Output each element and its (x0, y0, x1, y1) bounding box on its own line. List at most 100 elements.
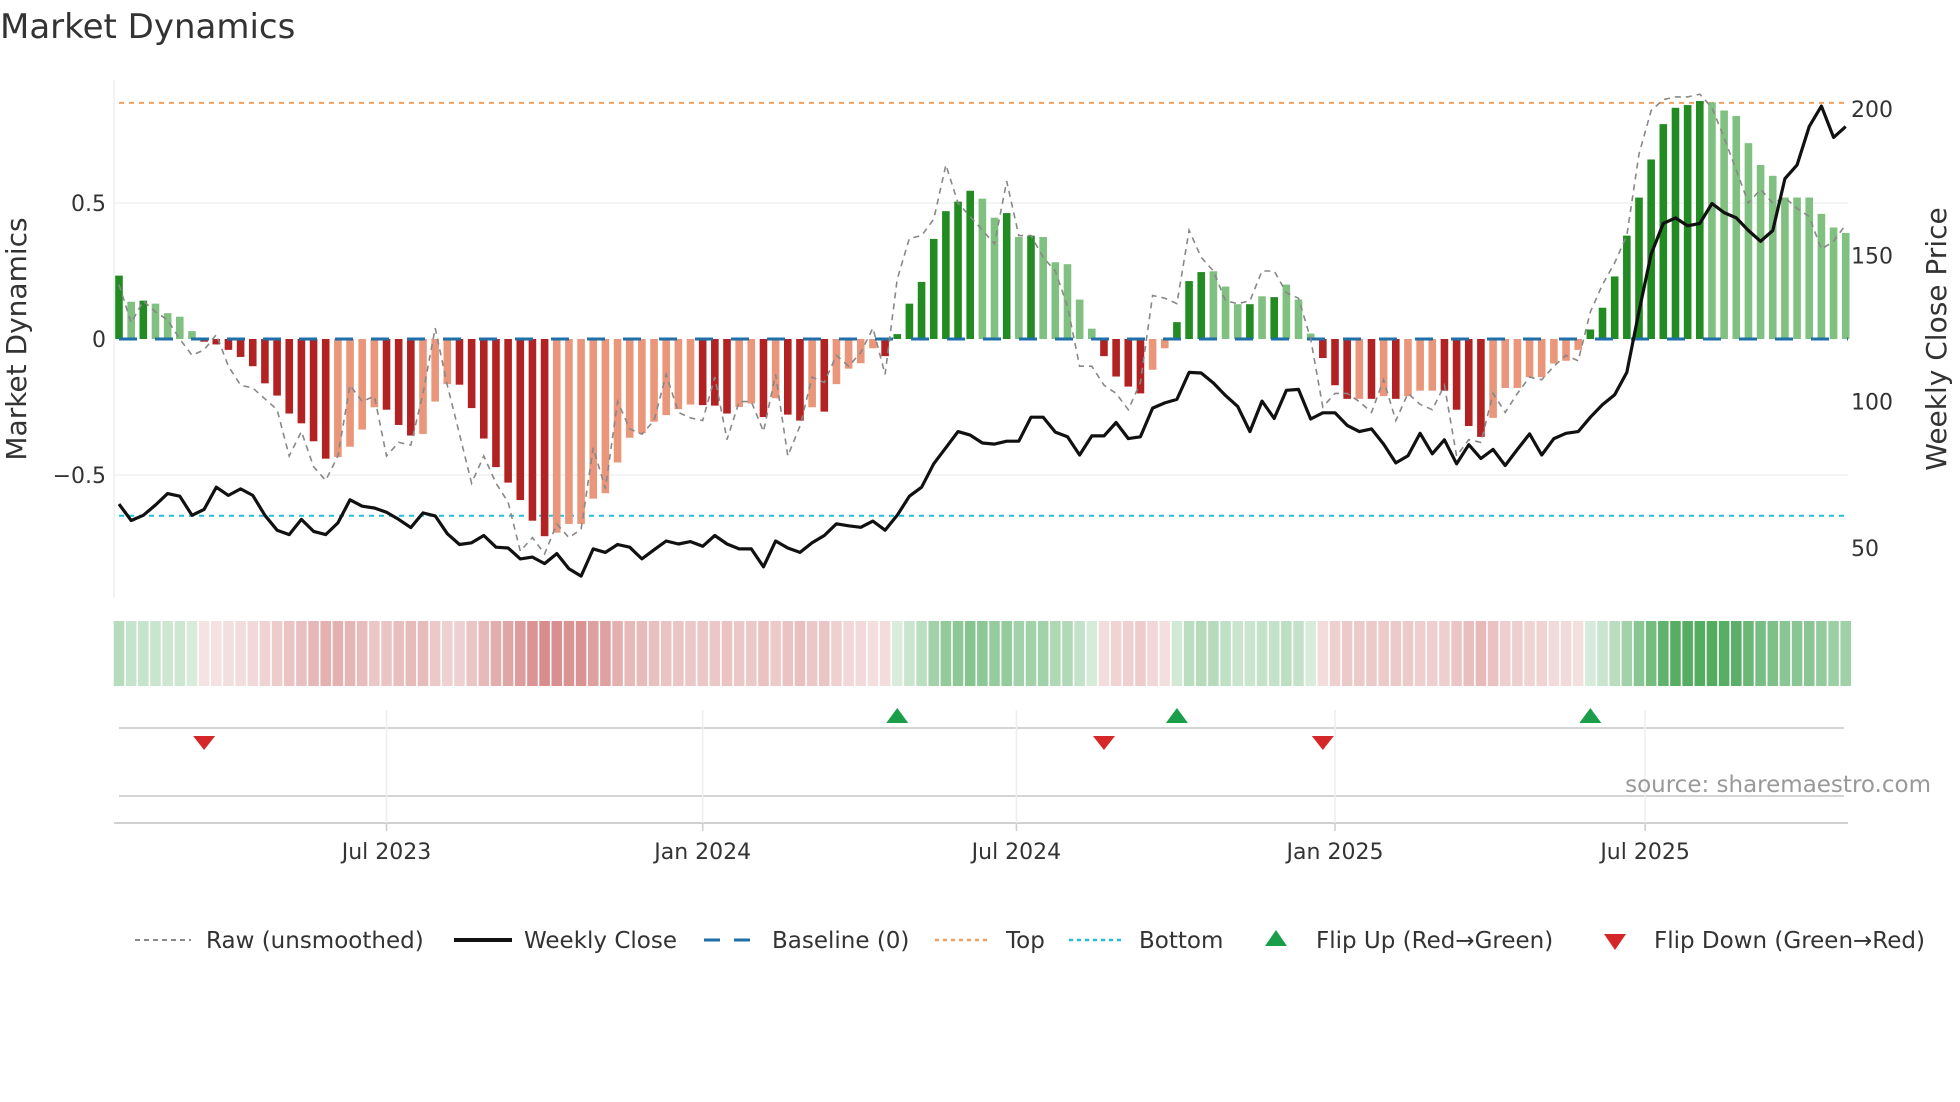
strip-cell (551, 621, 563, 686)
strip-cell (587, 621, 599, 686)
momentum-bar (1209, 271, 1218, 339)
strip-cell (1135, 621, 1146, 686)
momentum-bar (1197, 272, 1206, 339)
momentum-bar (1623, 235, 1631, 339)
strip-cell (308, 621, 319, 686)
momentum-bar (1416, 339, 1424, 391)
strip-cell (1341, 621, 1353, 686)
strip-cell (709, 621, 721, 686)
strip-cell (381, 621, 392, 686)
strip-cell (1317, 621, 1329, 686)
legend-bottom-label: Bottom (1139, 928, 1223, 954)
strip-cell (150, 621, 161, 686)
strip-cell (296, 621, 307, 686)
left-y-ticks: 0.5 0 −0.5 (53, 192, 106, 489)
strip-cell (466, 621, 477, 686)
momentum-bar (978, 198, 987, 339)
strip-cell (1779, 621, 1791, 686)
legend-flip-up-icon (1265, 930, 1287, 946)
momentum-bar (1112, 339, 1120, 377)
strip-cell (1633, 621, 1645, 686)
x-tick-label: Jan 2024 (652, 840, 751, 865)
strip-cell (1001, 621, 1012, 686)
strip-cell (1305, 621, 1316, 686)
momentum-bar (370, 339, 379, 408)
strip-cell (211, 621, 222, 686)
strip-cell (393, 621, 404, 686)
strip-cell (819, 621, 830, 686)
strip-cell (138, 621, 149, 686)
strip-cell (1487, 621, 1499, 686)
strip-cell (283, 621, 295, 686)
momentum-bar (455, 339, 464, 385)
strip-cell (1536, 621, 1547, 686)
momentum-bar (540, 339, 549, 537)
strip-cell (940, 621, 952, 686)
strip-cell (1256, 621, 1268, 686)
strip-cell (1208, 621, 1219, 686)
strip-cell (1195, 621, 1207, 686)
strip-cell (1512, 621, 1523, 686)
strip-cell (247, 621, 259, 686)
strip-cell (1743, 621, 1754, 686)
momentum-bar (504, 339, 512, 483)
y2-axis-label: Weekly Close Price (1920, 207, 1953, 470)
momentum-bar (735, 339, 743, 407)
momentum-bar (638, 339, 646, 434)
strip-cell (1548, 621, 1560, 686)
strip-cell (758, 621, 769, 686)
strip-cell (1585, 621, 1596, 686)
momentum-bar (1233, 304, 1242, 339)
strip-cell (1597, 621, 1608, 686)
strip-cell (332, 621, 344, 686)
momentum-bar (1550, 339, 1558, 364)
legend-close-label: Weekly Close (524, 928, 677, 954)
strip-cell (417, 621, 429, 686)
strip-cell (770, 621, 781, 686)
x-tick-label: Jul 2023 (340, 840, 432, 865)
legend: Raw (unsmoothed) Weekly Close Baseline (… (135, 928, 1925, 954)
momentum-bar (1756, 164, 1765, 339)
strip-cell (1159, 621, 1171, 686)
y-tick-label: 0 (92, 328, 106, 353)
momentum-bar (1355, 339, 1364, 399)
strip-cell (1171, 621, 1183, 686)
x-tick-label: Jul 2025 (1598, 840, 1690, 865)
momentum-bar (1221, 286, 1230, 339)
strip-cell (806, 621, 818, 686)
legend-top-label: Top (1005, 928, 1045, 954)
momentum-bar (297, 339, 306, 424)
momentum-bar (1805, 197, 1814, 339)
strip-cell (527, 621, 538, 686)
momentum-bar (480, 339, 488, 439)
strip-cell (1025, 621, 1037, 686)
strip-cell (1828, 621, 1839, 686)
momentum-bar (1744, 143, 1753, 339)
momentum-bar (1501, 339, 1510, 388)
strip-cell (223, 621, 234, 686)
momentum-bar (1027, 235, 1035, 339)
y2-tick-label: 200 (1851, 98, 1893, 123)
momentum-bar (528, 339, 537, 521)
strip-cell (125, 621, 137, 686)
momentum-bar (285, 339, 294, 414)
strip-cell (502, 621, 514, 686)
momentum-bar (565, 339, 573, 524)
strip-cell (928, 621, 939, 686)
momentum-bar (1440, 339, 1449, 391)
strip-cell (405, 621, 417, 686)
strip-cell (1329, 621, 1341, 686)
momentum-bar (1598, 307, 1607, 339)
strip-cell (575, 621, 587, 686)
regime-heat-strip (113, 621, 1851, 686)
strip-cell (721, 621, 733, 686)
strip-cell (1682, 621, 1693, 686)
legend-flip-up-label: Flip Up (Red→Green) (1316, 928, 1553, 954)
strip-cell (1110, 621, 1122, 686)
momentum-bar (1319, 339, 1327, 359)
momentum-bar (1258, 296, 1266, 339)
momentum-bar (273, 339, 281, 396)
momentum-bar (1489, 339, 1497, 418)
right-y-ticks: 200 150 100 50 (1851, 98, 1893, 562)
momentum-bar (492, 339, 500, 468)
